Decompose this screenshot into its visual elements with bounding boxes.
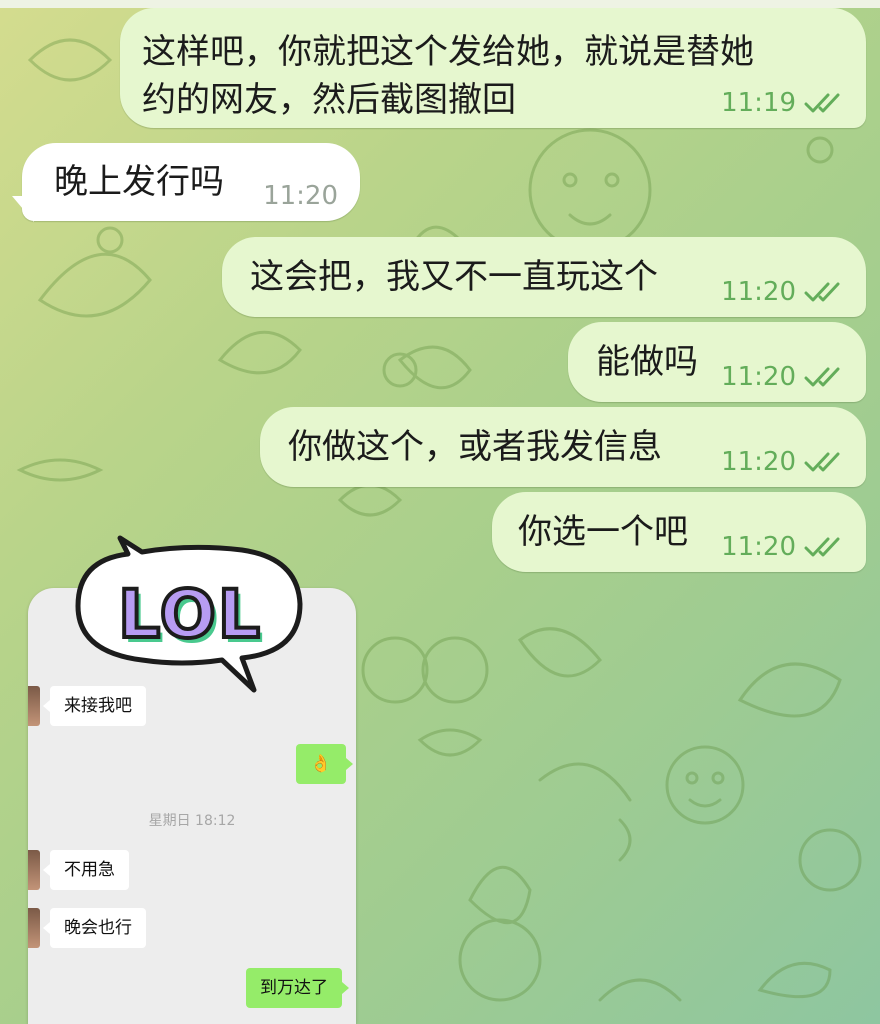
double-check-icon [796,91,844,115]
screenshot-timestamp: 星期日 18:12 [148,813,236,829]
message-time: 11:20 [721,447,796,477]
screenshot-message-right: 👌 [296,744,353,784]
message-meta: 11:20 [721,277,844,307]
sticker-text: LOL [116,574,262,655]
message-bubble-outgoing[interactable]: 你选一个吧 11:20 [492,492,866,572]
top-edge [0,0,880,8]
double-check-icon [796,365,844,389]
avatar [28,850,40,890]
wallpaper-lion-head [528,128,652,252]
message-bubble-outgoing[interactable]: 能做吗 11:20 [568,322,866,402]
avatar [28,908,40,948]
screenshot-message-right: 到万达了 [246,968,349,1008]
message-time: 11:20 [263,181,338,211]
message-time: 11:20 [721,532,796,562]
message-meta: 11:19 [721,88,844,118]
message-meta: 11:20 [721,532,844,562]
message-time: 11:20 [721,362,796,392]
lol-sticker: LOL [72,534,308,698]
message-meta: 11:20 [721,447,844,477]
screenshot-message-left: 晚会也行 [43,908,146,948]
incoming-bubble-tail [12,196,34,222]
double-check-icon [796,280,844,304]
message-time: 11:19 [721,88,796,118]
message-bubble-outgoing[interactable]: 这会把，我又不一直玩这个 11:20 [222,237,866,317]
message-time: 11:20 [721,277,796,307]
avatar [28,686,40,726]
message-bubble-incoming[interactable]: 晚上发行吗 11:20 [22,143,360,221]
message-meta: 11:20 [721,362,844,392]
message-meta: 11:20 [263,181,338,211]
message-bubble-outgoing[interactable]: 这样吧，你就把这个发给她，就说是替她 约的网友，然后截图撤回 11:19 [120,8,866,128]
screenshot-message-left: 不用急 [43,850,129,890]
double-check-icon [796,450,844,474]
double-check-icon [796,535,844,559]
message-bubble-outgoing[interactable]: 你做这个，或者我发信息 11:20 [260,407,866,487]
